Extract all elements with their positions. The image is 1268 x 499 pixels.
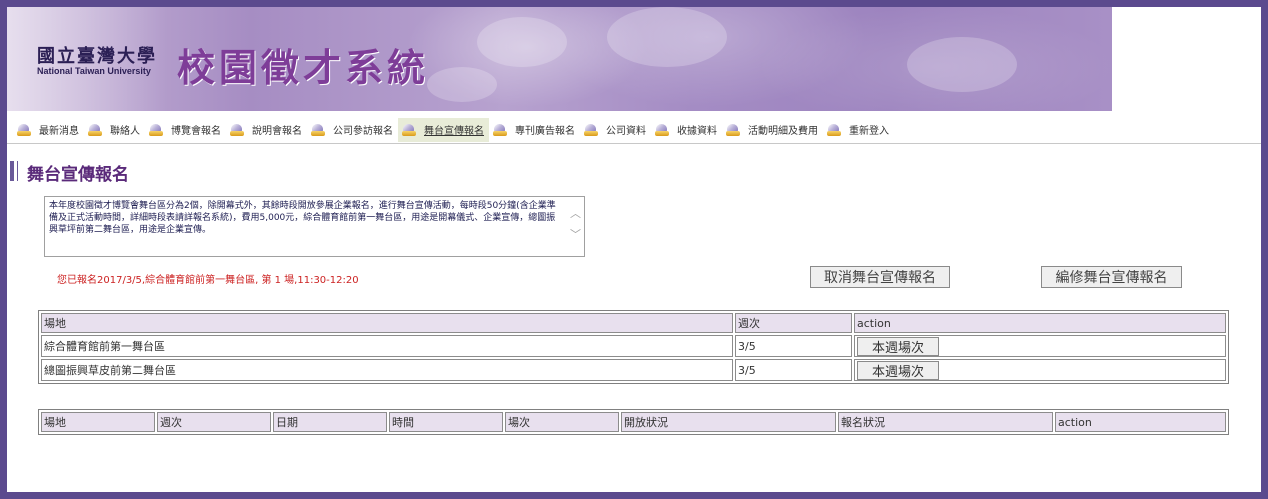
action-cell: 本週場次 (854, 359, 1226, 381)
header-signup-status: 報名狀況 (838, 412, 1053, 432)
nav-item-fair-signup[interactable]: 博覽會報名 (145, 118, 226, 142)
banner-petal (907, 37, 1017, 92)
header-session: 場次 (505, 412, 619, 432)
folder-icon (149, 123, 163, 136)
main-nav: 最新消息 聯絡人 博覽會報名 說明會報名 公司參訪報名 舞台宣傳報名 專刊廣告報… (7, 116, 1261, 144)
venue-cell: 總圖振興草皮前第二舞台區 (41, 359, 733, 381)
action-cell: 本週場次 (854, 335, 1226, 357)
nav-item-contact[interactable]: 聯絡人 (84, 118, 145, 142)
notice-textarea[interactable]: 本年度校園徵才博覽會舞台區分為2個，除開幕式外，其餘時段開放參展企業報名，進行舞… (44, 196, 585, 257)
nav-item-label: 活動明細及費用 (748, 126, 818, 137)
this-week-sessions-button[interactable]: 本週場次 (857, 360, 939, 380)
nav-item-stage-promo-signup[interactable]: 舞台宣傳報名 (398, 117, 489, 142)
scroll-up-icon[interactable]: ︿ (570, 208, 581, 219)
folder-icon (584, 123, 598, 136)
header-action: action (854, 313, 1226, 333)
schedule-table: 場地 週次 日期 時間 場次 開放狀況 報名狀況 action (38, 409, 1229, 435)
nav-item-label: 最新消息 (39, 126, 79, 137)
nav-item-receipt-info[interactable]: 收據資料 (651, 118, 722, 142)
banner-petal (477, 17, 567, 67)
banner-petal (607, 7, 727, 67)
folder-icon (230, 123, 244, 136)
nav-item-label: 公司資料 (606, 126, 646, 137)
nav-item-news[interactable]: 最新消息 (13, 118, 84, 142)
header-action: action (1055, 412, 1226, 432)
nav-item-label: 說明會報名 (252, 126, 302, 137)
header-time: 時間 (389, 412, 503, 432)
this-week-sessions-button[interactable]: 本週場次 (857, 336, 939, 356)
table-row: 總圖振興草皮前第二舞台區 3/5 本週場次 (41, 359, 1226, 381)
header-week: 週次 (735, 313, 852, 333)
header-banner: 國立臺灣大學 National Taiwan University 校園徵才系統 (7, 7, 1112, 111)
header-week: 週次 (157, 412, 271, 432)
nav-item-label: 收據資料 (677, 126, 717, 137)
week-cell: 3/5 (735, 335, 852, 357)
nav-item-label: 專刊廣告報名 (515, 126, 575, 137)
folder-icon (88, 123, 102, 136)
header-date: 日期 (273, 412, 387, 432)
nav-item-label: 舞台宣傳報名 (424, 126, 484, 137)
university-name-cn: 國立臺灣大學 (37, 46, 157, 67)
folder-icon (17, 123, 31, 136)
folder-icon (827, 123, 841, 136)
nav-item-label: 公司參訪報名 (333, 126, 393, 137)
system-title: 校園徵才系統 (177, 45, 430, 90)
nav-item-label: 重新登入 (849, 126, 889, 137)
folder-icon (402, 123, 416, 136)
venue-table: 場地 週次 action 綜合體育館前第一舞台區 3/5 本週場次 總圖振興草皮… (38, 310, 1229, 384)
header-venue: 場地 (41, 412, 155, 432)
nav-item-company-info[interactable]: 公司資料 (580, 118, 651, 142)
nav-item-activity-details[interactable]: 活動明細及費用 (722, 118, 823, 142)
nav-item-label: 聯絡人 (110, 126, 140, 137)
nav-item-ad-signup[interactable]: 專刊廣告報名 (489, 118, 580, 142)
table-header-row: 場地 週次 日期 時間 場次 開放狀況 報名狀況 action (41, 412, 1226, 432)
section-marker (10, 161, 14, 181)
section-marker-line (17, 161, 18, 181)
edit-registration-button[interactable]: 編修舞台宣傳報名 (1041, 266, 1182, 288)
nav-item-briefing-signup[interactable]: 說明會報名 (226, 118, 307, 142)
notice-text: 本年度校園徵才博覽會舞台區分為2個，除開幕式外，其餘時段開放參展企業報名，進行舞… (49, 201, 556, 235)
venue-cell: 綜合體育館前第一舞台區 (41, 335, 733, 357)
university-name-en: National Taiwan University (37, 66, 151, 76)
nav-item-label: 博覽會報名 (171, 126, 221, 137)
page-title: 舞台宣傳報名 (27, 165, 129, 185)
folder-icon (726, 123, 740, 136)
registration-status: 您已報名2017/3/5,綜合體育館前第一舞台區, 第 1 場,11:30-12… (57, 275, 359, 286)
nav-item-company-visit-signup[interactable]: 公司參訪報名 (307, 118, 398, 142)
cancel-registration-button[interactable]: 取消舞台宣傳報名 (810, 266, 950, 288)
header-venue: 場地 (41, 313, 733, 333)
folder-icon (311, 123, 325, 136)
scroll-down-icon[interactable]: ﹀ (570, 229, 581, 240)
table-header-row: 場地 週次 action (41, 313, 1226, 333)
nav-item-relogin[interactable]: 重新登入 (823, 118, 894, 142)
header-open-status: 開放狀況 (621, 412, 836, 432)
folder-icon (493, 123, 507, 136)
banner-petal (427, 67, 497, 102)
folder-icon (655, 123, 669, 136)
table-row: 綜合體育館前第一舞台區 3/5 本週場次 (41, 335, 1226, 357)
page-frame: 國立臺灣大學 National Taiwan University 校園徵才系統… (7, 7, 1261, 492)
week-cell: 3/5 (735, 359, 852, 381)
